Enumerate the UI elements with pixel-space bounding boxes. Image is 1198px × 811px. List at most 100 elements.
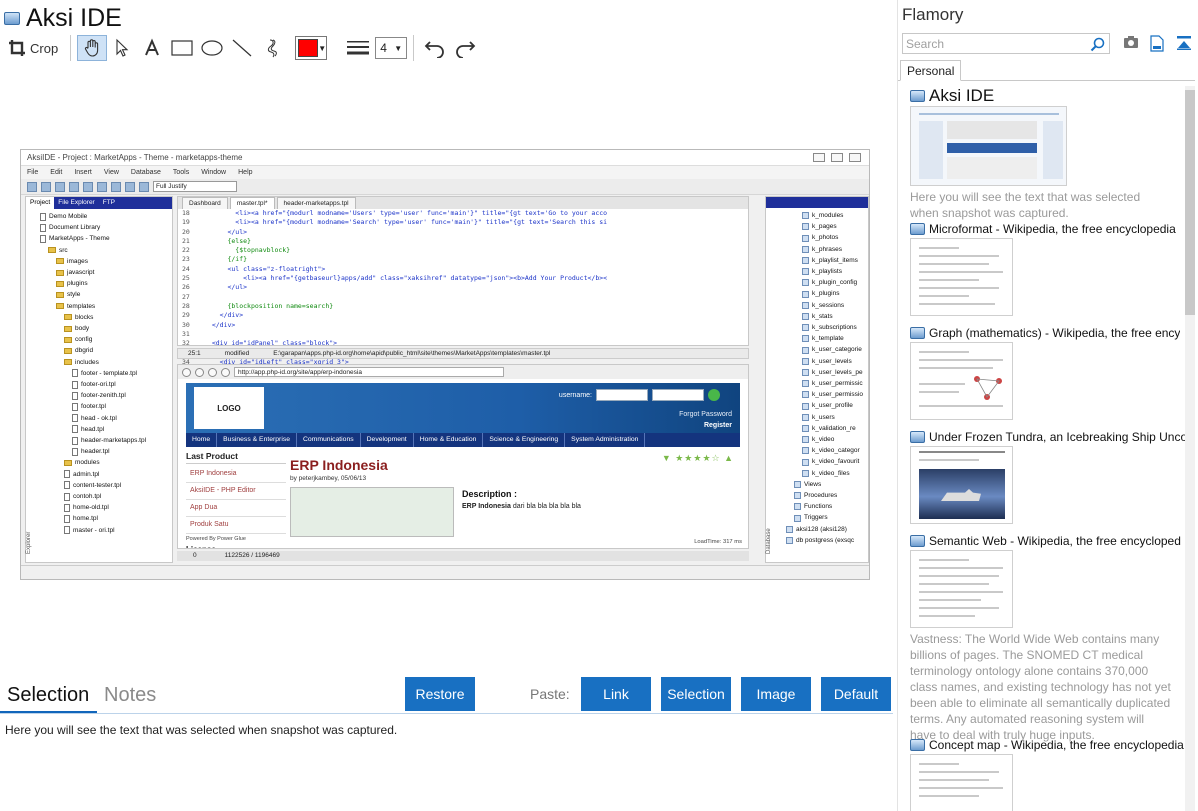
search-icon[interactable] (1090, 37, 1105, 52)
select-tool-button[interactable] (107, 35, 137, 61)
tree-item: images (40, 256, 172, 267)
list-item[interactable]: Under Frozen Tundra, an Icebreaking Ship… (910, 430, 1188, 524)
table-icon (794, 492, 801, 500)
tree-item: footer-ori.tpl (40, 379, 172, 390)
ide-toolbar: Full Justify (21, 179, 869, 195)
sidebar-scrollbar-thumb[interactable] (1185, 90, 1195, 315)
rectangle-tool-button[interactable] (167, 35, 197, 61)
redo-button[interactable] (450, 35, 480, 61)
line-width-value: 4 (380, 41, 387, 55)
db-tree-label: k_video (812, 436, 835, 444)
ide-window-title: AksiIDE - Project : MarketApps - Theme -… (21, 150, 869, 166)
db-tree-label: k_user_permissio (812, 391, 863, 399)
table-icon (802, 335, 809, 343)
browser-status-bar: 0 1122526 / 1196469 (177, 551, 749, 561)
description-title: Description : (462, 489, 518, 499)
snapshot-thumbnail[interactable] (910, 238, 1013, 316)
editor-status-bar: 25:1 modified E:\garapan\apps.php-id.org… (177, 348, 749, 359)
tree-item-label: footer.tpl (81, 403, 106, 411)
db-tree-item: aksi128 (aksi128) (786, 524, 868, 535)
table-icon (802, 447, 809, 455)
hand-tool-button[interactable] (77, 35, 108, 61)
explorer-tab: Project (26, 197, 55, 209)
db-tree-label: aksi128 (aksi128) (796, 525, 847, 533)
paste-label: Paste: (530, 686, 570, 702)
tree-item-label: content-tester.tpl (73, 481, 122, 489)
paste-link-button[interactable]: Link (581, 677, 651, 711)
tree-item-label: dbgrid (75, 347, 94, 355)
restore-button[interactable]: Restore (405, 677, 475, 711)
stroke-color-picker[interactable]: ▼ (295, 36, 328, 60)
ide-menu-item: Database (130, 169, 161, 176)
title-bar: Aksi IDE (4, 3, 122, 33)
db-tree-item: k_phrases (802, 244, 868, 255)
undo-button[interactable] (420, 35, 450, 61)
tree-item: admin.tpl (40, 469, 172, 480)
app-window-icon (910, 431, 925, 443)
db-tree-item: k_validation_re (802, 423, 868, 434)
db-tree-label: k_video_files (812, 469, 850, 477)
line-tool-button[interactable] (227, 35, 257, 61)
tab-notes[interactable]: Notes (104, 684, 156, 707)
list-item[interactable]: Concept map - Wikipedia, the free encycl… (910, 738, 1188, 811)
snapshot-thumbnail[interactable] (910, 446, 1013, 524)
db-tree-item: k_user_levels (802, 356, 868, 367)
document-icon[interactable] (1150, 35, 1164, 52)
snapshot-thumbnail[interactable] (910, 550, 1013, 628)
snapshot-thumbnail[interactable] (910, 754, 1013, 811)
file-icon (64, 515, 70, 524)
text-tool-button[interactable] (137, 35, 167, 61)
db-tree-item: k_video (802, 434, 868, 445)
selection-text: Here you will see the text that was sele… (5, 723, 398, 737)
db-tree-label: k_user_levels_pe (812, 368, 863, 376)
site-logo: LOGO (194, 387, 264, 429)
code-line: 25 <li><a href="{getbaseurl}apps/add" cl… (182, 274, 608, 283)
browser-url-bar: http://app.php-id.org/site/app/erp-indon… (178, 365, 748, 379)
db-tree-item: k_stats (802, 311, 868, 322)
list-item[interactable]: Semantic Web - Wikipedia, the free encyc… (910, 534, 1188, 743)
table-icon (802, 391, 809, 399)
ellipse-tool-button[interactable] (197, 35, 227, 61)
paste-default-button[interactable]: Default (821, 677, 891, 711)
folder-icon (64, 359, 72, 366)
camera-icon[interactable] (1123, 35, 1139, 49)
db-tree-label: Triggers (804, 514, 828, 522)
db-tree-item: k_sessions (802, 300, 868, 311)
paste-image-button[interactable]: Image (741, 677, 811, 711)
list-item[interactable]: Aksi IDE Here you will see the text that… (910, 86, 1188, 221)
list-item[interactable]: Microformat - Wikipedia, the free encycl… (910, 222, 1188, 316)
color-swatch (298, 39, 319, 57)
snapshot-thumbnail[interactable] (910, 106, 1067, 186)
db-tree-label: db postgress (exsqc (796, 536, 855, 544)
freehand-tool-button[interactable] (257, 35, 287, 61)
paste-selection-button[interactable]: Selection (661, 677, 731, 711)
snapshot-thumbnail[interactable] (910, 342, 1013, 420)
search-input[interactable] (903, 34, 1083, 53)
db-tree-item: k_video_categor (802, 445, 868, 456)
tab-personal[interactable]: Personal (900, 60, 962, 81)
code-line: 26 </ul> (182, 283, 248, 292)
crop-button[interactable]: Crop (6, 35, 64, 61)
collapse-panel-icon[interactable] (1176, 35, 1192, 51)
list-item[interactable]: Graph (mathematics) - Wikipedia, the fre… (910, 326, 1188, 420)
tree-item-label: contoh.tpl (73, 493, 102, 501)
folder-icon (56, 280, 64, 287)
ide-menu-item: View (103, 169, 119, 176)
tab-selection[interactable]: Selection (7, 684, 89, 707)
rectangle-icon (171, 40, 193, 56)
site-nav-item: Development (361, 433, 414, 447)
site-nav-item: Home (186, 433, 218, 447)
db-tree-label: k_plugins (812, 290, 840, 298)
db-tree-item: k_user_profile (802, 400, 868, 411)
line-width-select[interactable]: 4 ▼ (375, 37, 408, 59)
db-tree-label: k_modules (812, 212, 844, 219)
file-icon (72, 436, 78, 445)
code-line: 30 </div> (182, 320, 236, 329)
db-tree-item: k_plugin_config (802, 277, 868, 288)
entry-title: Aksi IDE (929, 86, 995, 105)
tree-item-label: master - ori.tpl (73, 526, 115, 534)
table-icon (786, 525, 793, 533)
tree-item-label: home.tpl (73, 515, 98, 523)
ide-menu-item: Help (238, 169, 253, 176)
table-icon (786, 536, 793, 544)
